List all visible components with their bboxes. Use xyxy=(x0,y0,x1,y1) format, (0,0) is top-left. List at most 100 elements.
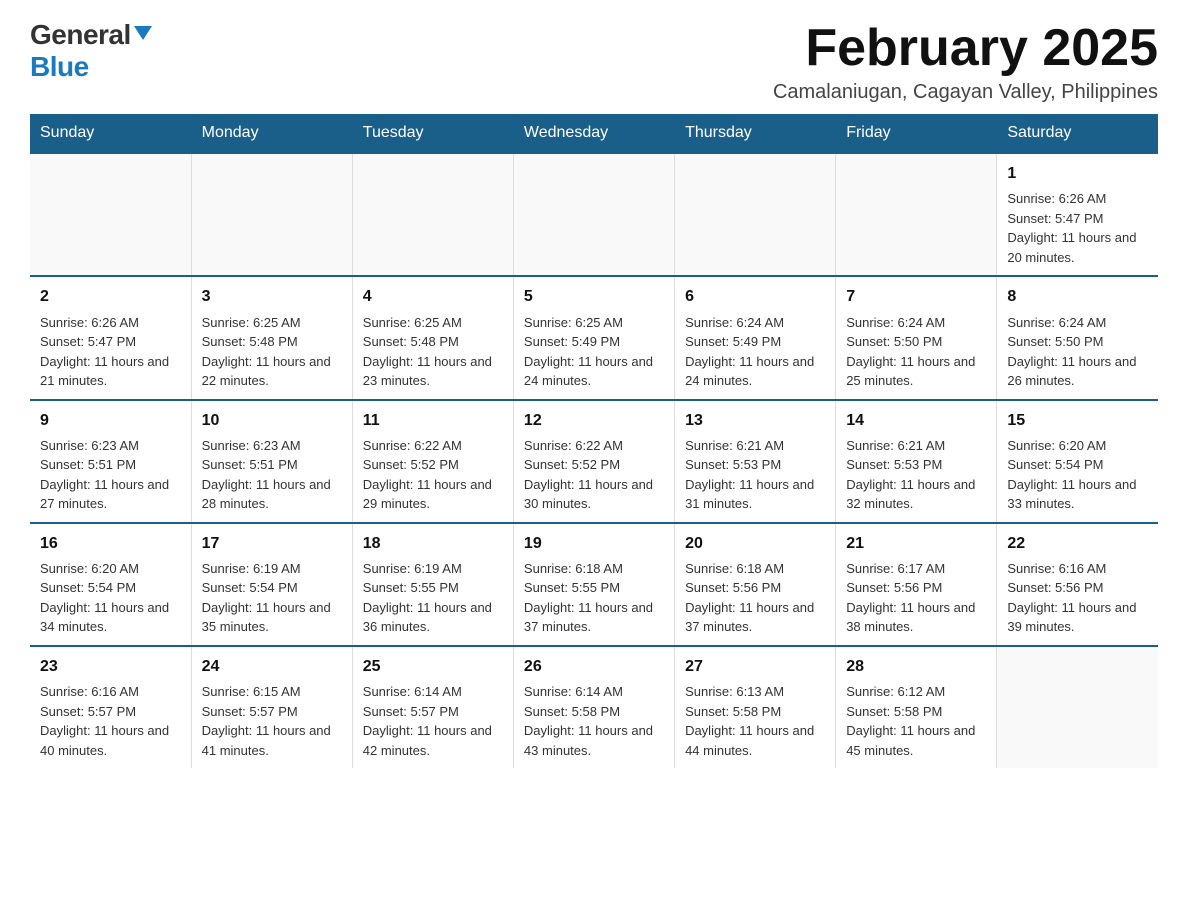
calendar-day-cell: 11 Sunrise: 6:22 AMSunset: 5:52 PMDayligh… xyxy=(352,400,513,523)
day-number: 27 xyxy=(685,655,825,678)
calendar-day-cell: 8 Sunrise: 6:24 AMSunset: 5:50 PMDaylight… xyxy=(997,276,1158,399)
calendar-header-day: Thursday xyxy=(675,114,836,153)
calendar-day-cell: 24 Sunrise: 6:15 AMSunset: 5:57 PMDayligh… xyxy=(191,646,352,768)
calendar-day-cell: 28 Sunrise: 6:12 AMSunset: 5:58 PMDayligh… xyxy=(836,646,997,768)
day-info: Sunrise: 6:23 AMSunset: 5:51 PMDaylight:… xyxy=(202,436,342,514)
calendar-day-cell: 1Sunrise: 6:26 AMSunset: 5:47 PMDaylight… xyxy=(997,153,1158,276)
calendar-day-cell: 7 Sunrise: 6:24 AMSunset: 5:50 PMDaylight… xyxy=(836,276,997,399)
calendar-header-day: Monday xyxy=(191,114,352,153)
calendar-day-cell: 4 Sunrise: 6:25 AMSunset: 5:48 PMDaylight… xyxy=(352,276,513,399)
location-title: Camalaniugan, Cagayan Valley, Philippine… xyxy=(773,81,1158,104)
day-number: 22 xyxy=(1007,532,1148,555)
calendar-week-row: 9 Sunrise: 6:23 AMSunset: 5:51 PMDaylight… xyxy=(30,400,1158,523)
calendar-day-cell xyxy=(352,153,513,276)
day-number: 13 xyxy=(685,409,825,432)
day-number: 1 xyxy=(1007,162,1148,185)
day-number: 20 xyxy=(685,532,825,555)
title-section: February 2025 Camalaniugan, Cagayan Vall… xyxy=(773,20,1158,104)
calendar-header-day: Saturday xyxy=(997,114,1158,153)
calendar-day-cell: 18 Sunrise: 6:19 AMSunset: 5:55 PMDayligh… xyxy=(352,523,513,646)
day-number: 18 xyxy=(363,532,503,555)
day-info: Sunrise: 6:14 AMSunset: 5:58 PMDaylight:… xyxy=(524,682,664,760)
logo-blue-text: Blue xyxy=(30,51,89,82)
day-number: 24 xyxy=(202,655,342,678)
calendar-day-cell: 27 Sunrise: 6:13 AMSunset: 5:58 PMDayligh… xyxy=(675,646,836,768)
calendar-header: SundayMondayTuesdayWednesdayThursdayFrid… xyxy=(30,114,1158,153)
calendar-header-day: Sunday xyxy=(30,114,191,153)
calendar-week-row: 16 Sunrise: 6:20 AMSunset: 5:54 PMDayligh… xyxy=(30,523,1158,646)
day-number: 28 xyxy=(846,655,986,678)
day-info: Sunrise: 6:17 AMSunset: 5:56 PMDaylight:… xyxy=(846,559,986,637)
day-number: 25 xyxy=(363,655,503,678)
day-info: Sunrise: 6:24 AMSunset: 5:50 PMDaylight:… xyxy=(846,313,986,391)
calendar-day-cell xyxy=(191,153,352,276)
calendar-day-cell: 26 Sunrise: 6:14 AMSunset: 5:58 PMDayligh… xyxy=(513,646,674,768)
calendar-body: 1 Sunrise: 6:26 AMSunset: 5:47 PMDaylight… xyxy=(30,153,1158,768)
calendar-header-day: Friday xyxy=(836,114,997,153)
calendar-day-cell: 10 Sunrise: 6:23 AMSunset: 5:51 PMDayligh… xyxy=(191,400,352,523)
day-number: 19 xyxy=(524,532,664,555)
day-info: Sunrise: 6:19 AMSunset: 5:54 PMDaylight:… xyxy=(202,559,342,637)
calendar-day-cell xyxy=(675,153,836,276)
day-info: Sunrise: 6:25 AMSunset: 5:48 PMDaylight:… xyxy=(363,313,503,391)
calendar-day-cell xyxy=(513,153,674,276)
calendar-header-row: SundayMondayTuesdayWednesdayThursdayFrid… xyxy=(30,114,1158,153)
calendar-day-cell: 14Sunrise: 6:21 AMSunset: 5:53 PMDayligh… xyxy=(836,400,997,523)
day-info: Sunrise: 6:18 AMSunset: 5:55 PMDaylight:… xyxy=(524,559,664,637)
day-info: Sunrise: 6:26 AMSunset: 5:47 PMDaylight:… xyxy=(40,313,181,391)
day-number: 17 xyxy=(202,532,342,555)
day-info: Sunrise: 6:13 AMSunset: 5:58 PMDaylight:… xyxy=(685,682,825,760)
day-number: 4 xyxy=(363,285,503,308)
logo-triangle-icon xyxy=(134,26,152,40)
calendar-header-day: Wednesday xyxy=(513,114,674,153)
calendar-day-cell xyxy=(836,153,997,276)
day-number: 15 xyxy=(1007,409,1148,432)
logo: General Blue xyxy=(30,20,152,83)
calendar-day-cell: 2 Sunrise: 6:26 AMSunset: 5:47 PMDaylight… xyxy=(30,276,191,399)
calendar-day-cell: 17 Sunrise: 6:19 AMSunset: 5:54 PMDayligh… xyxy=(191,523,352,646)
calendar-day-cell: 25Sunrise: 6:14 AMSunset: 5:57 PMDayligh… xyxy=(352,646,513,768)
day-info: Sunrise: 6:20 AMSunset: 5:54 PMDaylight:… xyxy=(1007,436,1148,514)
day-number: 6 xyxy=(685,285,825,308)
calendar-day-cell xyxy=(997,646,1158,768)
calendar-day-cell: 9 Sunrise: 6:23 AMSunset: 5:51 PMDaylight… xyxy=(30,400,191,523)
day-number: 7 xyxy=(846,285,986,308)
day-info: Sunrise: 6:16 AMSunset: 5:57 PMDaylight:… xyxy=(40,682,181,760)
calendar-day-cell: 5Sunrise: 6:25 AMSunset: 5:49 PMDaylight… xyxy=(513,276,674,399)
day-number: 16 xyxy=(40,532,181,555)
day-info: Sunrise: 6:12 AMSunset: 5:58 PMDaylight:… xyxy=(846,682,986,760)
calendar-day-cell: 16 Sunrise: 6:20 AMSunset: 5:54 PMDayligh… xyxy=(30,523,191,646)
day-info: Sunrise: 6:24 AMSunset: 5:49 PMDaylight:… xyxy=(685,313,825,391)
day-info: Sunrise: 6:21 AMSunset: 5:53 PMDaylight:… xyxy=(846,436,986,514)
calendar-day-cell: 19 Sunrise: 6:18 AMSunset: 5:55 PMDayligh… xyxy=(513,523,674,646)
day-number: 9 xyxy=(40,409,181,432)
day-number: 12 xyxy=(524,409,664,432)
day-info: Sunrise: 6:25 AMSunset: 5:48 PMDaylight:… xyxy=(202,313,342,391)
calendar-day-cell: 13 Sunrise: 6:21 AMSunset: 5:53 PMDayligh… xyxy=(675,400,836,523)
day-info: Sunrise: 6:22 AMSunset: 5:52 PMDaylight:… xyxy=(363,436,503,514)
calendar-day-cell xyxy=(30,153,191,276)
calendar-day-cell: 21Sunrise: 6:17 AMSunset: 5:56 PMDayligh… xyxy=(836,523,997,646)
day-info: Sunrise: 6:20 AMSunset: 5:54 PMDaylight:… xyxy=(40,559,181,637)
day-info: Sunrise: 6:22 AMSunset: 5:52 PMDaylight:… xyxy=(524,436,664,514)
day-info: Sunrise: 6:23 AMSunset: 5:51 PMDaylight:… xyxy=(40,436,181,514)
day-info: Sunrise: 6:15 AMSunset: 5:57 PMDaylight:… xyxy=(202,682,342,760)
day-info: Sunrise: 6:21 AMSunset: 5:53 PMDaylight:… xyxy=(685,436,825,514)
calendar-day-cell: 22 Sunrise: 6:16 AMSunset: 5:56 PMDayligh… xyxy=(997,523,1158,646)
day-number: 2 xyxy=(40,285,181,308)
calendar-header-day: Tuesday xyxy=(352,114,513,153)
calendar-day-cell: 20 Sunrise: 6:18 AMSunset: 5:56 PMDayligh… xyxy=(675,523,836,646)
day-number: 11 xyxy=(363,409,503,432)
day-number: 8 xyxy=(1007,285,1148,308)
day-info: Sunrise: 6:18 AMSunset: 5:56 PMDaylight:… xyxy=(685,559,825,637)
calendar-week-row: 2 Sunrise: 6:26 AMSunset: 5:47 PMDaylight… xyxy=(30,276,1158,399)
day-info: Sunrise: 6:16 AMSunset: 5:56 PMDaylight:… xyxy=(1007,559,1148,637)
day-number: 23 xyxy=(40,655,181,678)
day-info: Sunrise: 6:19 AMSunset: 5:55 PMDaylight:… xyxy=(363,559,503,637)
month-title: February 2025 xyxy=(773,20,1158,77)
day-number: 10 xyxy=(202,409,342,432)
logo-general-text: General xyxy=(30,20,131,51)
day-number: 26 xyxy=(524,655,664,678)
day-info: Sunrise: 6:24 AMSunset: 5:50 PMDaylight:… xyxy=(1007,313,1148,391)
day-number: 5 xyxy=(524,285,664,308)
